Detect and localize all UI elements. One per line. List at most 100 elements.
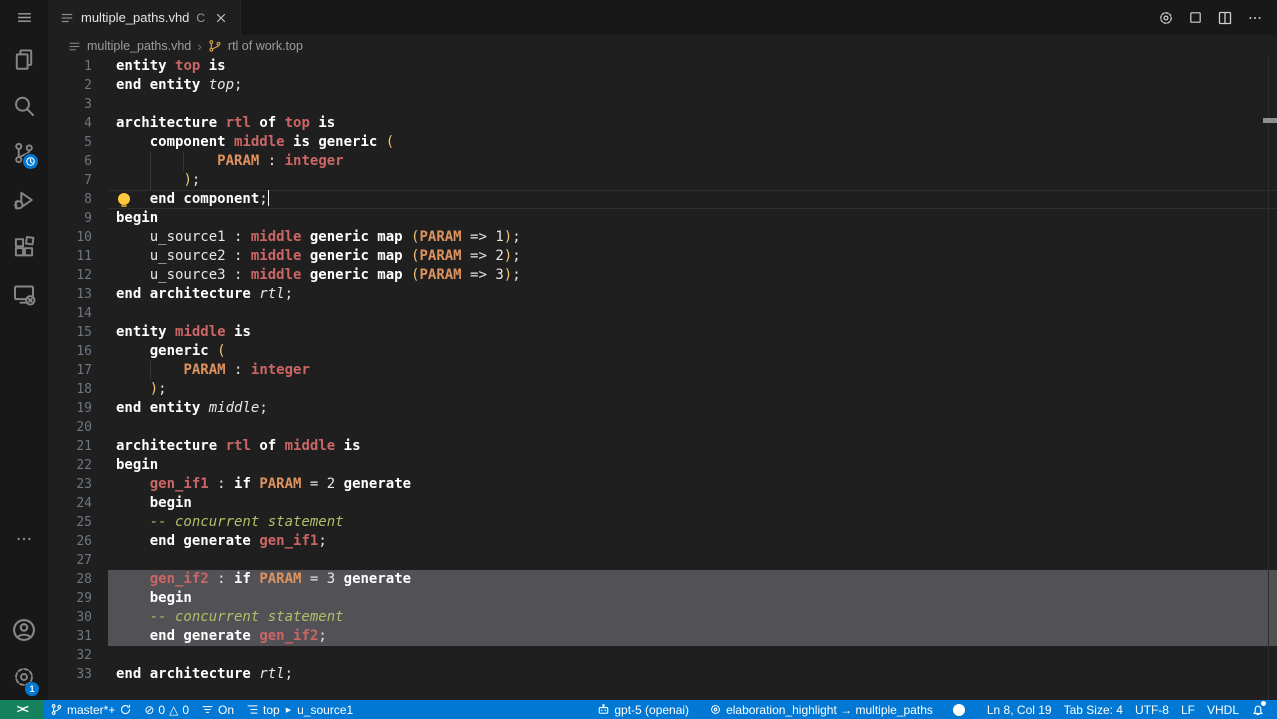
sync-icon[interactable] [119, 703, 132, 716]
line-number[interactable]: 6 [48, 152, 108, 171]
lightbulb-icon[interactable] [118, 193, 130, 205]
hierarchy-item[interactable]: top ▶ u_source1 [240, 700, 359, 719]
code-line[interactable]: 26 end generate gen_if1; [48, 532, 1277, 551]
line-number[interactable]: 8 [48, 190, 108, 209]
tab-multiple-paths[interactable]: multiple_paths.vhd C [48, 0, 241, 35]
code-line[interactable]: 9begin [48, 209, 1277, 228]
code-line[interactable]: 21architecture rtl of middle is [48, 437, 1277, 456]
code-line[interactable]: 13end architecture rtl; [48, 285, 1277, 304]
notifications-bell[interactable] [1245, 700, 1271, 719]
code-line[interactable]: 25 -- concurrent statement [48, 513, 1277, 532]
problems-item[interactable]: ⊘ 0 △ 0 [138, 700, 195, 719]
encoding[interactable]: UTF-8 [1129, 700, 1175, 719]
code-line[interactable]: 3 [48, 95, 1277, 114]
split-editor-icon[interactable] [1217, 10, 1233, 26]
code-line[interactable]: 24 begin [48, 494, 1277, 513]
git-branch-item[interactable]: master*+ [44, 700, 138, 719]
code-line[interactable]: 17 PARAM : integer [48, 361, 1277, 380]
sidebar-item-explorer[interactable] [0, 35, 48, 82]
line-number[interactable]: 25 [48, 513, 108, 532]
code-line[interactable]: 10 u_source1 : middle generic map (PARAM… [48, 228, 1277, 247]
code-line[interactable]: 11 u_source2 : middle generic map (PARAM… [48, 247, 1277, 266]
code-line[interactable]: 18 ); [48, 380, 1277, 399]
line-number[interactable]: 28 [48, 570, 108, 589]
line-number[interactable]: 27 [48, 551, 108, 570]
code-line[interactable]: 2end entity top; [48, 76, 1277, 95]
line-number[interactable]: 2 [48, 76, 108, 95]
line-number[interactable]: 32 [48, 646, 108, 665]
line-number[interactable]: 1 [48, 57, 108, 76]
eol[interactable]: LF [1175, 700, 1201, 719]
code-line[interactable]: 5 component middle is generic ( [48, 133, 1277, 152]
settings-gear-icon[interactable] [1158, 10, 1174, 26]
code-line[interactable]: 29 begin [48, 589, 1277, 608]
editor[interactable]: 1entity top is2end entity top;34architec… [48, 57, 1277, 700]
line-number[interactable]: 24 [48, 494, 108, 513]
line-number[interactable]: 33 [48, 665, 108, 684]
filter-toggle[interactable]: On [195, 700, 240, 719]
line-number[interactable]: 20 [48, 418, 108, 437]
line-number[interactable]: 4 [48, 114, 108, 133]
settings-button[interactable]: 1 [0, 654, 48, 700]
line-number[interactable]: 15 [48, 323, 108, 342]
code-line[interactable]: 4architecture rtl of top is [48, 114, 1277, 133]
model-indicator[interactable]: gpt-5 (openai) [591, 700, 695, 719]
line-number[interactable]: 23 [48, 475, 108, 494]
line-number[interactable]: 21 [48, 437, 108, 456]
line-number[interactable]: 12 [48, 266, 108, 285]
status-dot[interactable] [947, 700, 971, 719]
code-line[interactable]: 22begin [48, 456, 1277, 475]
code-line[interactable]: 20 [48, 418, 1277, 437]
code-line[interactable]: 19end entity middle; [48, 399, 1277, 418]
sidebar-item-run-debug[interactable] [0, 176, 48, 223]
line-number[interactable]: 31 [48, 627, 108, 646]
code-line[interactable]: 12 u_source3 : middle generic map (PARAM… [48, 266, 1277, 285]
code-line[interactable]: 30 -- concurrent statement [48, 608, 1277, 627]
code-line[interactable]: 6 PARAM : integer [48, 152, 1277, 171]
breadcrumb-symbol[interactable]: rtl of work.top [228, 39, 303, 53]
line-number[interactable]: 10 [48, 228, 108, 247]
code-line[interactable]: 28 gen_if2 : if PARAM = 3 generate [48, 570, 1277, 589]
line-number[interactable]: 18 [48, 380, 108, 399]
remote-indicator[interactable]: >< [0, 700, 44, 719]
close-icon[interactable] [214, 11, 228, 25]
more-actions-icon[interactable] [1247, 10, 1263, 26]
sidebar-item-remote-explorer[interactable] [0, 270, 48, 317]
line-number[interactable]: 5 [48, 133, 108, 152]
breadcrumb-file[interactable]: multiple_paths.vhd [87, 39, 191, 53]
code-line[interactable]: 15entity middle is [48, 323, 1277, 342]
sidebar-item-extensions[interactable] [0, 223, 48, 270]
code-line[interactable]: 7 ); [48, 171, 1277, 190]
code-line[interactable]: 33end architecture rtl; [48, 665, 1277, 684]
sidebar-item-source-control[interactable] [0, 129, 48, 176]
line-number[interactable]: 3 [48, 95, 108, 114]
code-line[interactable]: 32 [48, 646, 1277, 665]
code-line[interactable]: 8 end component; [48, 190, 1277, 209]
accounts-button[interactable] [0, 606, 48, 654]
code-line[interactable]: 1entity top is [48, 57, 1277, 76]
code-line[interactable]: 27 [48, 551, 1277, 570]
line-number[interactable]: 14 [48, 304, 108, 323]
cursor-position[interactable]: Ln 8, Col 19 [981, 700, 1058, 719]
line-number[interactable]: 7 [48, 171, 108, 190]
line-number[interactable]: 19 [48, 399, 108, 418]
extension-status[interactable]: elaboration_highlight → multiple_paths [703, 700, 939, 719]
code-line[interactable]: 31 end generate gen_if2; [48, 627, 1277, 646]
line-number[interactable]: 17 [48, 361, 108, 380]
additional-views-button[interactable] [0, 521, 48, 557]
language-mode[interactable]: VHDL [1201, 700, 1245, 719]
line-number[interactable]: 13 [48, 285, 108, 304]
menu-button[interactable] [0, 0, 48, 35]
overview-ruler[interactable] [1268, 57, 1277, 700]
line-number[interactable]: 29 [48, 589, 108, 608]
line-number[interactable]: 22 [48, 456, 108, 475]
code-line[interactable]: 23 gen_if1 : if PARAM = 2 generate [48, 475, 1277, 494]
line-number[interactable]: 30 [48, 608, 108, 627]
code-line[interactable]: 16 generic ( [48, 342, 1277, 361]
line-number[interactable]: 26 [48, 532, 108, 551]
sidebar-item-search[interactable] [0, 82, 48, 129]
line-number[interactable]: 9 [48, 209, 108, 228]
indentation[interactable]: Tab Size: 4 [1058, 700, 1129, 719]
line-number[interactable]: 11 [48, 247, 108, 266]
line-number[interactable]: 16 [48, 342, 108, 361]
